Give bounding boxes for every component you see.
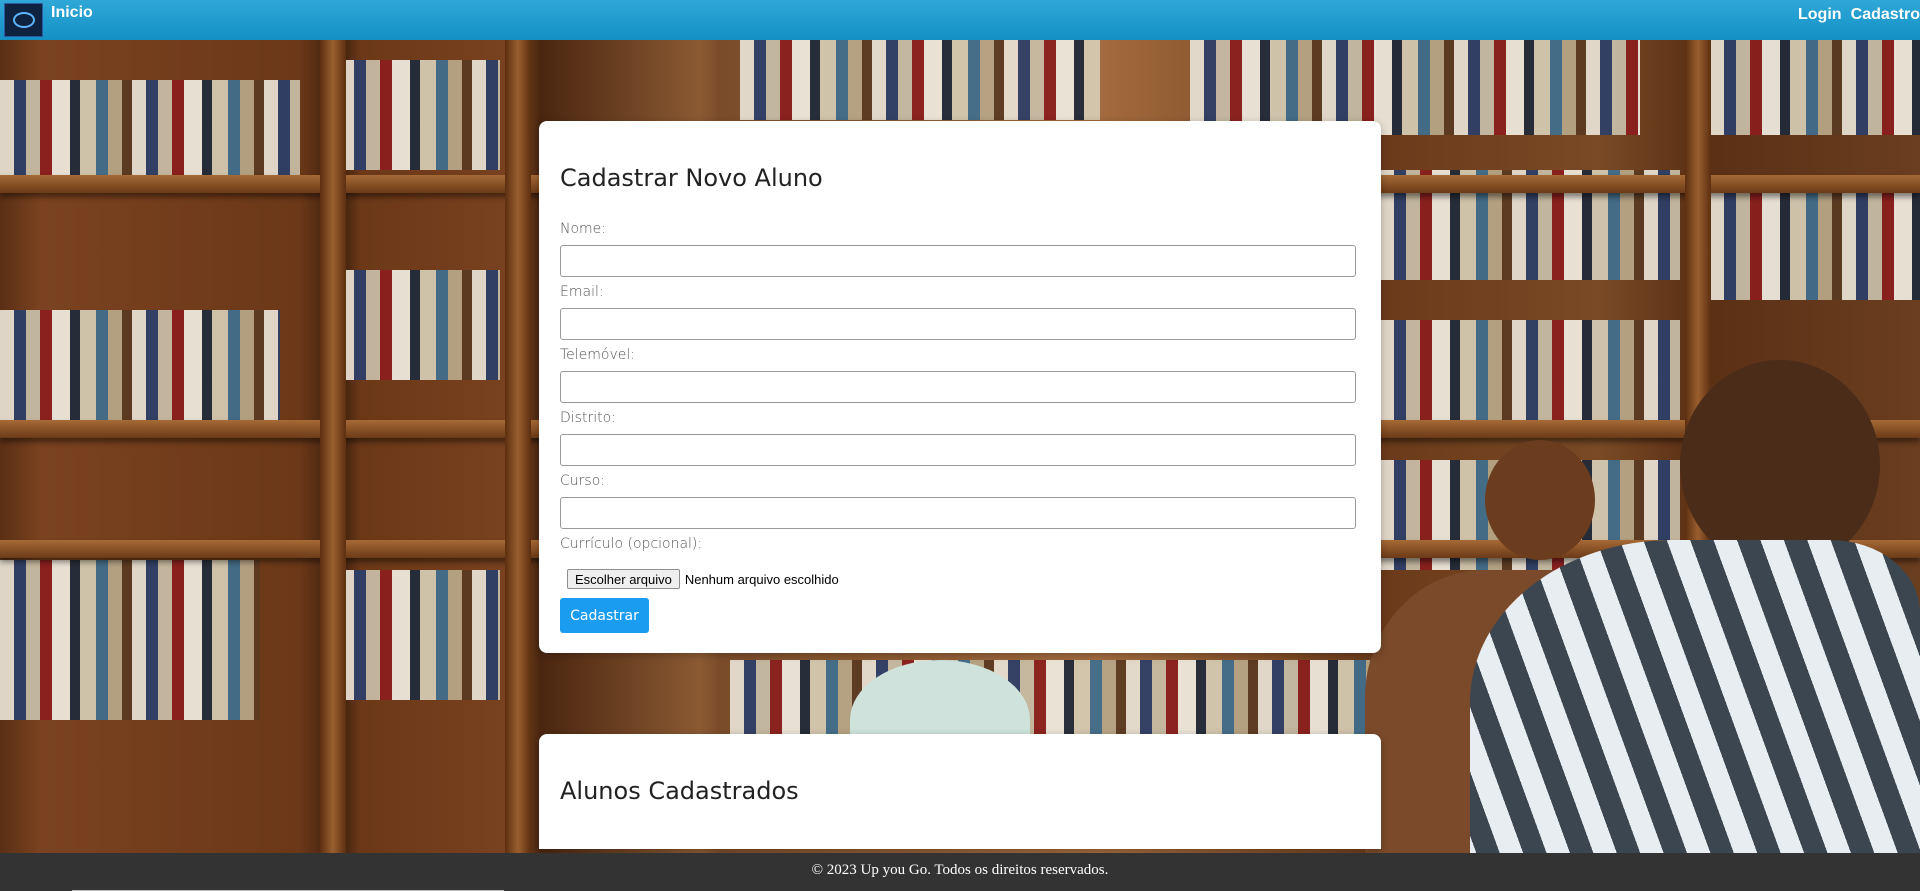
footer: © 2023 Up you Go. Todos os direitos rese…	[0, 853, 1920, 891]
file-status-text: Nenhum arquivo escolhido	[684, 571, 839, 587]
email-label: Email:	[560, 284, 604, 300]
curso-input[interactable]	[560, 497, 1356, 529]
curriculo-label: Currículo (opcional):	[560, 536, 703, 552]
curriculo-file-input: Escolher arquivo Nenhum arquivo escolhid…	[567, 569, 839, 589]
nav-register-link[interactable]: Cadastro	[1851, 6, 1920, 23]
curso-label: Curso:	[560, 473, 605, 489]
distrito-input[interactable]	[560, 434, 1356, 466]
nome-input[interactable]	[560, 245, 1356, 277]
form-title: Cadastrar Novo Aluno	[560, 164, 823, 192]
auth-links: Login Cadastro	[1794, 4, 1920, 24]
list-title: Alunos Cadastrados	[560, 777, 799, 805]
logo-icon[interactable]	[4, 3, 43, 37]
telemovel-input[interactable]	[560, 371, 1356, 403]
top-navbar: Inicio Login Cadastro	[0, 0, 1920, 40]
telemovel-label: Telemóvel:	[560, 347, 635, 363]
nav-home-link[interactable]: Inicio	[51, 4, 93, 22]
register-student-card: Cadastrar Novo Aluno Nome: Email: Telemó…	[539, 121, 1381, 653]
nav-login-link[interactable]: Login	[1798, 6, 1842, 23]
footer-copyright: © 2023 Up you Go. Todos os direitos rese…	[811, 862, 1109, 878]
nome-label: Nome:	[560, 221, 607, 237]
cadastrar-button[interactable]: Cadastrar	[560, 598, 649, 633]
choose-file-button[interactable]: Escolher arquivo	[567, 569, 680, 589]
brand: Inicio	[0, 3, 93, 37]
distrito-label: Distrito:	[560, 410, 616, 426]
registered-students-card: Alunos Cadastrados	[539, 734, 1381, 849]
email-input[interactable]	[560, 308, 1356, 340]
